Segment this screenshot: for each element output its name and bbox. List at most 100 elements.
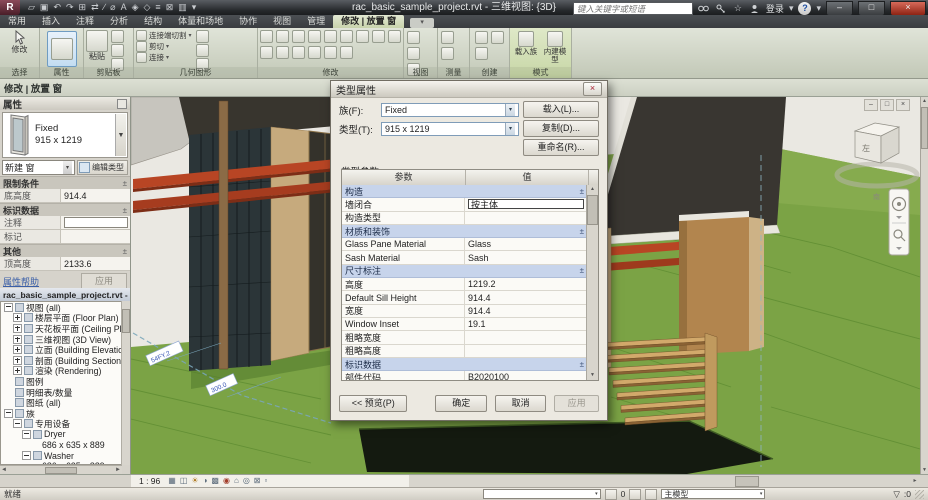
value-cell[interactable]: 1219.2 — [465, 278, 587, 290]
tab-insert[interactable]: 插入 — [34, 15, 68, 28]
cut-icon[interactable] — [111, 30, 124, 43]
array-icon[interactable] — [388, 30, 401, 43]
subscription-key-icon[interactable] — [715, 3, 727, 15]
worksharing-icon[interactable] — [629, 488, 642, 500]
scrollbar-thumb[interactable] — [122, 309, 130, 333]
expand-icon[interactable] — [13, 366, 22, 376]
tab-massing-site[interactable]: 体量和场地 — [170, 15, 231, 28]
pin-element-icon[interactable] — [276, 46, 289, 59]
tab-modify-place-window[interactable]: 修改 | 放置 窗 — [333, 15, 405, 28]
scroll-right-icon[interactable]: ► — [115, 467, 121, 473]
undo-icon[interactable]: ↶ — [53, 0, 61, 15]
group-other[interactable]: 其他 ± — [0, 244, 130, 257]
type-combo[interactable]: 915 x 1219 ▾ — [381, 121, 519, 136]
dimension-tool-icon[interactable] — [440, 47, 454, 60]
hide-element-icon[interactable] — [406, 31, 420, 44]
modify-tool-button[interactable]: 修改 — [2, 30, 37, 54]
expand-icon[interactable] — [13, 345, 22, 355]
scrollbar-thumb[interactable] — [587, 195, 598, 225]
scrollbar-thumb[interactable] — [921, 107, 928, 149]
search-icon[interactable] — [698, 3, 710, 15]
edit-type-button[interactable]: 编辑类型 — [77, 160, 128, 175]
worksets-combo[interactable]: ▾ — [482, 489, 601, 499]
tab-annotate[interactable]: 注释 — [68, 15, 102, 28]
collapse-icon[interactable] — [13, 419, 22, 429]
view-close-icon[interactable]: × — [896, 99, 910, 111]
aligned-dimension-icon[interactable]: ⌀ — [110, 0, 115, 15]
scale-button[interactable]: 1 : 96 — [139, 476, 160, 486]
value-cell[interactable]: Glass — [465, 238, 587, 250]
expand-icon[interactable] — [13, 355, 22, 365]
application-menu-button[interactable]: R — [0, 0, 20, 15]
tree-item-dryer-size[interactable]: 686 x 635 x 889 — [1, 440, 121, 451]
value-cell[interactable]: 914.4 — [465, 291, 587, 303]
shadows-icon[interactable]: ◑ — [203, 475, 208, 487]
view-restore-icon[interactable]: □ — [880, 99, 894, 111]
type-properties-button[interactable] — [46, 31, 77, 67]
switch-windows-icon[interactable]: ▥ — [178, 0, 187, 15]
type-selector[interactable]: Fixed 915 x 1219 ▼ — [2, 112, 128, 158]
value-cell[interactable] — [465, 212, 587, 224]
mirror-icon[interactable] — [292, 30, 305, 43]
load-button[interactable]: 载入(L)... — [523, 101, 599, 118]
expand-icon[interactable] — [13, 323, 22, 333]
communication-center-icon[interactable]: ☆ — [732, 3, 744, 15]
param-value[interactable]: 914.4 — [60, 189, 130, 202]
tree-item-sheets[interactable]: 图纸 (all) — [1, 397, 121, 408]
group-identity-data[interactable]: 标识数据 ± — [0, 203, 130, 216]
ribbon-state-toggle-icon[interactable]: ▾ — [410, 18, 435, 28]
split-icon[interactable] — [372, 30, 385, 43]
redo-icon[interactable]: ↷ — [66, 0, 74, 15]
value-cell[interactable]: 914.4 — [465, 305, 587, 317]
browser-horizontal-scrollbar[interactable]: ◄ ► — [0, 465, 122, 474]
filter-icon[interactable]: ▽ — [893, 489, 900, 500]
model-in-place-button[interactable]: 内建模型 — [542, 30, 569, 67]
detail-level-icon[interactable]: ▦ — [168, 475, 176, 487]
transfer-icon[interactable]: ⇄ — [91, 0, 99, 15]
tree-item-washer[interactable]: Washer — [1, 450, 121, 461]
scrollbar-thumb[interactable] — [735, 476, 759, 487]
comments-input[interactable] — [64, 217, 129, 228]
minimize-button[interactable]: – — [826, 1, 853, 16]
user-account-icon[interactable] — [749, 3, 761, 15]
view-minimize-icon[interactable]: – — [864, 99, 878, 111]
properties-close-icon[interactable] — [117, 98, 127, 109]
tree-item-dryer[interactable]: Dryer — [1, 429, 121, 440]
scroll-down-icon[interactable]: ▼ — [921, 466, 928, 474]
rotate-icon[interactable] — [340, 30, 353, 43]
create-similar-icon[interactable] — [490, 31, 504, 44]
join-geometry-button[interactable]: 连接 ▾ — [136, 52, 192, 63]
print-icon[interactable]: ⊞ — [79, 0, 87, 15]
help-search-input[interactable] — [572, 2, 693, 15]
signin-caret-icon[interactable]: ▾ — [789, 1, 794, 16]
param-value[interactable]: 2133.6 — [60, 257, 130, 270]
design-options-icon[interactable] — [645, 488, 658, 500]
section-pin-icon[interactable]: ± — [580, 187, 584, 196]
close-button[interactable]: × — [890, 1, 926, 16]
rendering-dialog-icon[interactable]: ▫ — [265, 475, 268, 487]
dialog-close-button[interactable]: × — [583, 82, 602, 96]
preview-button[interactable]: << 预览(P) — [339, 395, 408, 412]
scroll-left-icon[interactable]: ◄ — [1, 467, 7, 473]
reveal-hidden-icon[interactable]: ◎ — [243, 475, 250, 487]
extend-icon[interactable] — [324, 46, 337, 59]
sign-in-link[interactable]: 登录 — [766, 2, 784, 15]
default-3d-view-icon[interactable]: ◈ — [132, 0, 139, 15]
family-combo[interactable]: Fixed ▾ — [381, 102, 519, 117]
create-group-icon[interactable] — [474, 31, 488, 44]
tree-item-specialty-equipment[interactable]: 专用设备 — [1, 419, 121, 429]
unpin-icon[interactable] — [292, 46, 305, 59]
tree-item-schedules[interactable]: 明细表/数量 — [1, 387, 121, 398]
copy-icon[interactable] — [111, 44, 124, 57]
type-selector-caret-icon[interactable]: ▼ — [115, 114, 126, 156]
help-button[interactable]: ? — [798, 2, 812, 15]
scroll-up-icon[interactable]: ▲ — [921, 97, 928, 105]
cut-geometry-button[interactable]: 剪切 ▾ — [136, 41, 192, 52]
section-icon[interactable]: ◇ — [144, 0, 151, 15]
scroll-right-icon[interactable]: ▸ — [910, 475, 920, 487]
cope-button[interactable]: 连接端切割 ▾ — [136, 30, 192, 41]
editing-requests-icon[interactable] — [604, 488, 617, 500]
close-hidden-windows-icon[interactable]: ⊠ — [166, 0, 174, 15]
scale-icon[interactable] — [260, 46, 273, 59]
delete-icon[interactable] — [308, 46, 321, 59]
